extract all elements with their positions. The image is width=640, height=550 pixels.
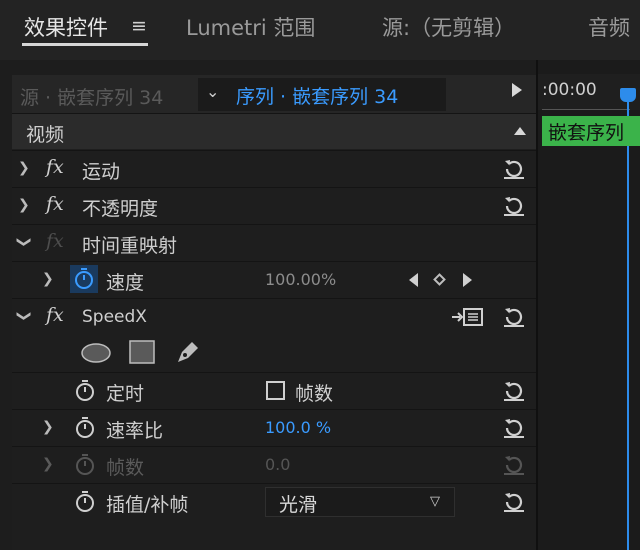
sequence-selector[interactable]: ⌄ 序列 · 嵌套序列 34 bbox=[198, 78, 446, 111]
stopwatch-icon[interactable] bbox=[74, 417, 96, 443]
reset-icon[interactable] bbox=[502, 156, 526, 184]
timeline-clip[interactable]: 嵌套序列 bbox=[542, 116, 640, 146]
previous-keyframe-icon[interactable] bbox=[409, 273, 418, 287]
effect-label-speedx: SpeedX bbox=[82, 307, 147, 327]
fx-toggle-icon[interactable]: fx bbox=[46, 193, 64, 215]
edit-effect-icon[interactable] bbox=[450, 307, 486, 331]
param-value-rate[interactable]: 100.0 % bbox=[265, 418, 331, 437]
effect-label-time-remapping: 时间重映射 bbox=[82, 235, 178, 257]
param-row-speed: ❯ 速度 100.00% bbox=[12, 261, 536, 297]
stopwatch-icon bbox=[74, 454, 96, 480]
chevron-down-icon: ⌄ bbox=[206, 82, 220, 101]
sequence-label: 序列 · 嵌套序列 34 bbox=[236, 86, 399, 108]
fx-toggle-icon[interactable]: fx bbox=[46, 156, 64, 178]
chevron-right-icon[interactable]: ❯ bbox=[18, 197, 30, 213]
rectangle-mask-icon[interactable] bbox=[128, 339, 156, 369]
effect-row-time-remapping[interactable]: ❯ fx 时间重映射 bbox=[12, 224, 536, 260]
panel-tab-bar: 效果控件 ≡ Lumetri 范围 源:（无剪辑） 音频 bbox=[0, 0, 640, 60]
stopwatch-icon[interactable] bbox=[74, 491, 96, 517]
param-row-interpolation: 插值/补帧 光滑 ▽ bbox=[12, 483, 536, 519]
effect-row-opacity[interactable]: ❯ fx 不透明度 bbox=[12, 187, 536, 223]
chevron-right-icon[interactable]: ❯ bbox=[18, 160, 30, 176]
sequence-bar: 源 · 嵌套序列 34 ⌄ 序列 · 嵌套序列 34 bbox=[12, 75, 536, 113]
frames-checkbox[interactable] bbox=[266, 381, 285, 400]
mask-tools-row bbox=[12, 335, 536, 371]
effect-controls-panel: 源 · 嵌套序列 34 ⌄ 序列 · 嵌套序列 34 视频 ❯ fx 运动 ❯ … bbox=[12, 75, 536, 550]
param-label-frames: 帧数 bbox=[106, 457, 145, 479]
effect-label-opacity: 不透明度 bbox=[82, 198, 159, 220]
reset-icon bbox=[502, 452, 526, 480]
param-row-timing: 定时 帧数 bbox=[12, 372, 536, 408]
reset-icon[interactable] bbox=[502, 489, 526, 517]
tab-audio[interactable]: 音频 bbox=[588, 12, 630, 42]
show-timeline-toggle-icon[interactable] bbox=[512, 83, 522, 97]
checkbox-label-frames: 帧数 bbox=[295, 383, 334, 405]
effect-row-speedx[interactable]: ❯ fx SpeedX bbox=[12, 298, 536, 334]
timecode-label: :00:00 bbox=[542, 80, 597, 100]
effect-controls-timeline: :00:00 嵌套序列 bbox=[536, 60, 640, 550]
source-clip-label: 源 · 嵌套序列 34 bbox=[20, 87, 164, 109]
reset-icon[interactable] bbox=[502, 378, 526, 406]
chevron-right-icon[interactable]: ❯ bbox=[42, 419, 54, 435]
ellipse-mask-icon[interactable] bbox=[80, 341, 112, 369]
section-label-video: 视频 bbox=[26, 124, 65, 146]
collapse-section-icon[interactable] bbox=[514, 127, 526, 135]
stopwatch-icon[interactable] bbox=[74, 380, 96, 406]
chevron-right-icon[interactable]: ❯ bbox=[42, 271, 54, 287]
chevron-down-icon: ▽ bbox=[430, 494, 440, 509]
param-label-speed: 速度 bbox=[106, 272, 145, 294]
next-keyframe-icon[interactable] bbox=[463, 273, 472, 287]
tab-lumetri-scopes[interactable]: Lumetri 范围 bbox=[186, 12, 315, 42]
chevron-down-icon[interactable]: ❯ bbox=[16, 236, 32, 248]
param-label-interpolation: 插值/补帧 bbox=[106, 494, 189, 516]
panel-menu-icon[interactable]: ≡ bbox=[131, 15, 147, 37]
param-value-speed[interactable]: 100.00% bbox=[265, 270, 336, 289]
fx-toggle-icon[interactable]: fx bbox=[46, 230, 64, 252]
param-value-frames: 0.0 bbox=[265, 455, 291, 474]
param-row-frames: ❯ 帧数 0.0 bbox=[12, 446, 536, 482]
add-keyframe-icon[interactable] bbox=[433, 273, 446, 286]
tab-effect-controls[interactable]: 效果控件 bbox=[24, 12, 108, 42]
dropdown-value: 光滑 bbox=[279, 494, 318, 516]
param-label-rate: 速率比 bbox=[106, 420, 164, 442]
reset-icon[interactable] bbox=[502, 304, 526, 332]
video-section-header: 视频 bbox=[12, 113, 536, 149]
chevron-down-icon[interactable]: ❯ bbox=[16, 310, 32, 322]
pen-mask-icon[interactable] bbox=[174, 338, 202, 370]
param-label-timing: 定时 bbox=[106, 383, 145, 405]
active-tab-underline bbox=[22, 43, 148, 46]
reset-icon[interactable] bbox=[502, 415, 526, 443]
reset-icon[interactable] bbox=[502, 193, 526, 221]
interpolation-dropdown[interactable]: 光滑 ▽ bbox=[265, 487, 455, 517]
effect-label-motion: 运动 bbox=[82, 161, 121, 183]
fx-toggle-icon[interactable]: fx bbox=[46, 304, 64, 326]
effect-row-motion[interactable]: ❯ fx 运动 bbox=[12, 150, 536, 186]
ruler-ticks bbox=[542, 104, 630, 110]
playhead-line bbox=[627, 100, 629, 550]
clip-label: 嵌套序列 bbox=[548, 122, 625, 144]
stopwatch-icon[interactable] bbox=[70, 265, 98, 293]
tab-source[interactable]: 源:（无剪辑） bbox=[382, 12, 515, 42]
chevron-right-icon: ❯ bbox=[42, 456, 54, 472]
param-row-rate: ❯ 速率比 100.0 % bbox=[12, 409, 536, 445]
